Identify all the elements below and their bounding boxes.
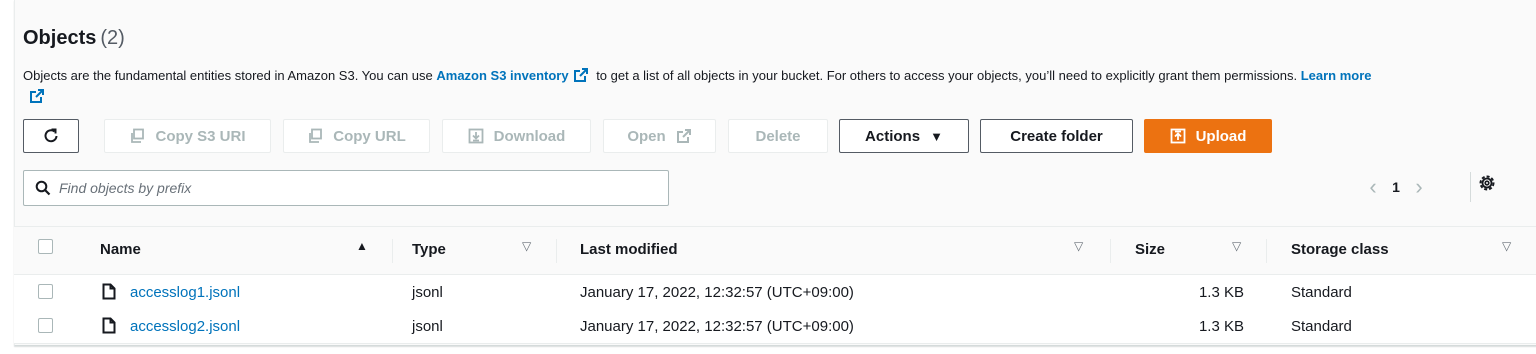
create-folder-button[interactable]: Create folder bbox=[980, 119, 1133, 153]
column-header-type[interactable]: Type bbox=[412, 241, 446, 258]
page-title: Objects bbox=[23, 27, 97, 49]
page-number[interactable]: 1 bbox=[1388, 179, 1404, 195]
object-name-link[interactable]: accesslog1.jsonl bbox=[130, 284, 240, 301]
copy-url-button[interactable]: Copy URL bbox=[283, 119, 430, 153]
refresh-icon bbox=[44, 128, 58, 143]
download-icon bbox=[468, 128, 484, 144]
file-icon bbox=[102, 283, 116, 300]
open-button[interactable]: Open bbox=[603, 119, 716, 153]
object-count: (2) bbox=[100, 27, 125, 49]
upload-icon bbox=[1170, 128, 1185, 144]
sort-icon[interactable]: ▽ bbox=[1074, 239, 1083, 253]
pagination-divider bbox=[1470, 172, 1471, 202]
copy-url-label: Copy URL bbox=[333, 127, 406, 145]
object-last-modified: January 17, 2022, 12:32:57 (UTC+09:00) bbox=[580, 318, 854, 335]
objects-header: Objects (2) bbox=[23, 27, 125, 50]
search-box bbox=[23, 170, 669, 206]
table-row: accesslog1.jsonl jsonl January 17, 2022,… bbox=[14, 275, 1536, 310]
download-label: Download bbox=[493, 127, 566, 145]
table-row: accesslog2.jsonl jsonl January 17, 2022,… bbox=[14, 309, 1536, 344]
actions-label: Actions bbox=[865, 127, 921, 145]
open-label: Open bbox=[627, 127, 666, 145]
next-page-icon[interactable]: › bbox=[1404, 174, 1434, 200]
copy-icon bbox=[309, 128, 323, 143]
copy-s3-uri-button[interactable]: Copy S3 URI bbox=[104, 119, 271, 153]
column-header-last-modified[interactable]: Last modified bbox=[580, 241, 678, 258]
column-separator bbox=[1110, 239, 1111, 263]
object-last-modified: January 17, 2022, 12:32:57 (UTC+09:00) bbox=[580, 284, 854, 301]
external-link-icon bbox=[30, 89, 44, 103]
external-link-icon bbox=[573, 68, 588, 82]
sort-ascending-icon[interactable]: ▲ bbox=[356, 239, 368, 253]
description-text-1: Objects are the fundamental entities sto… bbox=[23, 68, 437, 83]
sort-icon[interactable]: ▽ bbox=[522, 239, 531, 253]
row-checkbox[interactable] bbox=[38, 318, 53, 333]
s3-inventory-link-label: Amazon S3 inventory bbox=[436, 68, 569, 83]
object-size: 1.3 KB bbox=[1198, 284, 1244, 301]
copy-icon bbox=[131, 128, 145, 143]
column-separator bbox=[1266, 239, 1267, 263]
column-header-size[interactable]: Size bbox=[1135, 241, 1165, 258]
column-separator bbox=[392, 239, 393, 263]
download-button[interactable]: Download bbox=[442, 119, 591, 153]
delete-button[interactable]: Delete bbox=[728, 119, 828, 153]
actions-dropdown-button[interactable]: Actions ▼ bbox=[839, 119, 969, 153]
objects-description: Objects are the fundamental entities sto… bbox=[23, 65, 1503, 107]
copy-s3-uri-label: Copy S3 URI bbox=[155, 127, 246, 145]
search-input[interactable] bbox=[57, 179, 641, 197]
select-all-checkbox[interactable] bbox=[38, 239, 53, 254]
refresh-button[interactable] bbox=[23, 119, 79, 153]
object-size: 1.3 KB bbox=[1198, 318, 1244, 335]
s3-inventory-link[interactable]: Amazon S3 inventory bbox=[436, 68, 592, 83]
column-header-name[interactable]: Name bbox=[100, 241, 141, 258]
upload-label: Upload bbox=[1195, 127, 1247, 145]
caret-down-icon: ▼ bbox=[930, 128, 943, 144]
row-checkbox[interactable] bbox=[38, 284, 53, 299]
create-folder-label: Create folder bbox=[1010, 127, 1103, 145]
object-storage-class: Standard bbox=[1291, 318, 1352, 335]
external-link-icon bbox=[676, 129, 691, 143]
upload-button[interactable]: Upload bbox=[1144, 119, 1272, 153]
search-icon bbox=[35, 180, 51, 196]
object-type: jsonl bbox=[412, 318, 443, 335]
column-separator bbox=[556, 239, 557, 263]
table-header: Name ▲ Type ▽ Last modified ▽ Size ▽ Sto… bbox=[14, 226, 1536, 275]
learn-more-label: Learn more bbox=[1300, 68, 1372, 83]
sort-icon[interactable]: ▽ bbox=[1502, 239, 1511, 253]
file-icon bbox=[102, 317, 116, 334]
pagination: ‹ 1 › bbox=[1358, 172, 1434, 202]
object-name-link[interactable]: accesslog2.jsonl bbox=[130, 318, 240, 335]
object-type: jsonl bbox=[412, 284, 443, 301]
sort-icon[interactable]: ▽ bbox=[1232, 239, 1241, 253]
previous-page-icon[interactable]: ‹ bbox=[1358, 174, 1388, 200]
delete-label: Delete bbox=[755, 127, 801, 145]
object-storage-class: Standard bbox=[1291, 284, 1352, 301]
column-header-storage-class[interactable]: Storage class bbox=[1291, 241, 1389, 258]
description-text-2: to get a list of all objects in your buc… bbox=[592, 68, 1301, 83]
gear-icon[interactable] bbox=[1477, 173, 1497, 193]
